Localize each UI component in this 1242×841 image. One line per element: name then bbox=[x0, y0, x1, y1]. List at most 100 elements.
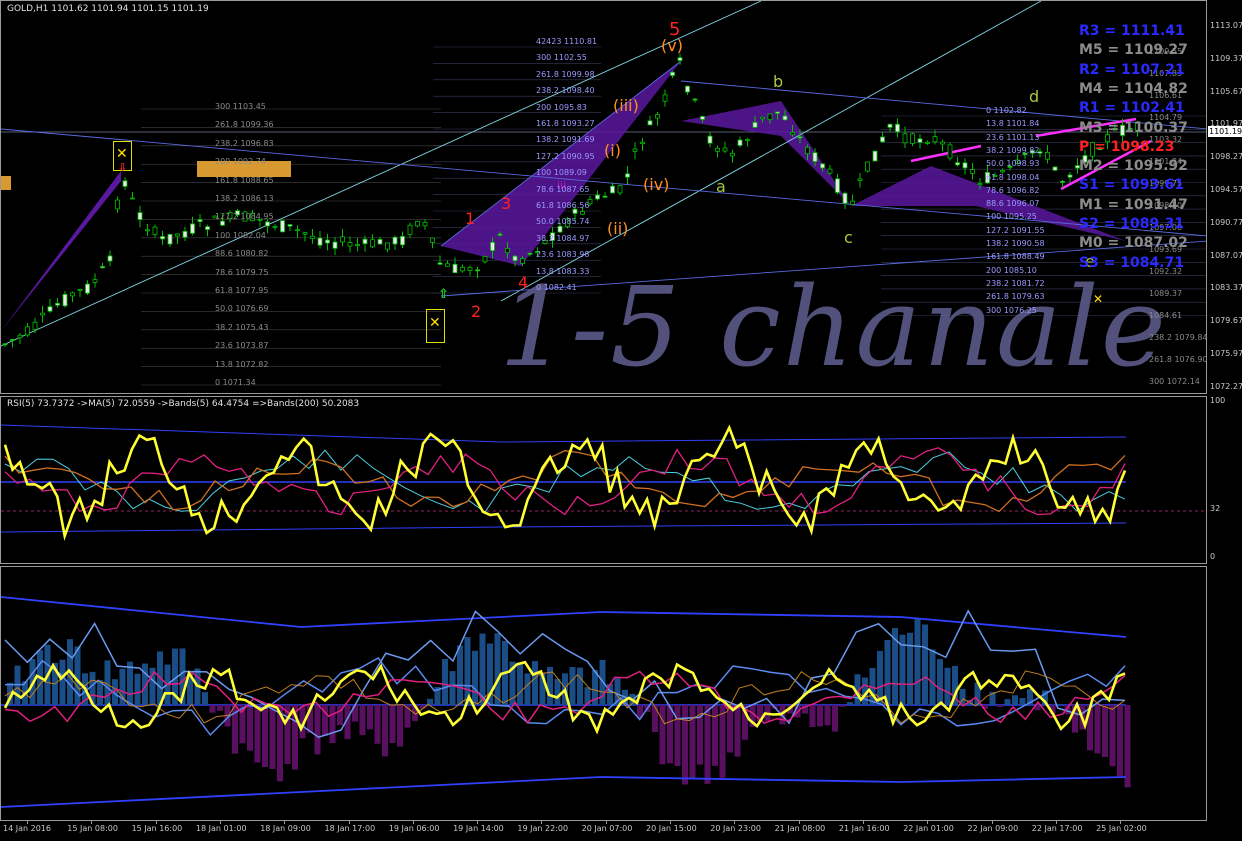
candle-body bbox=[182, 230, 188, 238]
pivot-level-label: M0 = 1087.02 bbox=[1079, 235, 1188, 252]
histogram-bar bbox=[704, 705, 711, 784]
fib-level-label: 1084.61 bbox=[1149, 311, 1183, 320]
candle-body bbox=[460, 266, 465, 272]
time-axis-label: 19 Jan 22:00 bbox=[517, 824, 569, 833]
candle-body bbox=[745, 139, 750, 142]
candle-body bbox=[880, 136, 885, 143]
histogram-bar bbox=[652, 705, 658, 733]
candle-body bbox=[122, 180, 128, 187]
time-axis-label: 20 Jan 15:00 bbox=[646, 824, 697, 833]
candle-body bbox=[400, 236, 405, 246]
fib-level-label: 127.2 1091.55 bbox=[986, 225, 1045, 235]
time-axis-tick bbox=[219, 821, 221, 824]
time-axis-label: 18 Jan 09:00 bbox=[260, 824, 311, 833]
fib-level-label: 50.0 1085.74 bbox=[536, 217, 590, 227]
fib-level-label: 100 1089.09 bbox=[536, 168, 587, 178]
wave-label-ii: (ii) bbox=[607, 219, 629, 238]
price-scale-label: 1087.07 bbox=[1210, 250, 1242, 260]
candle-body bbox=[467, 266, 473, 272]
candle-body bbox=[662, 94, 668, 102]
candle-body bbox=[190, 223, 195, 234]
fib-level-label: 100 1095.25 bbox=[986, 212, 1037, 222]
candle-body bbox=[857, 178, 863, 182]
arrow-down-icon: ⇩ bbox=[118, 161, 128, 174]
fib-level-label: 200 1092.74 bbox=[215, 157, 266, 167]
candle-body bbox=[47, 306, 53, 312]
histogram-bar bbox=[569, 667, 576, 705]
pivot-level-label: M1 = 1091.47 bbox=[1079, 196, 1188, 213]
time-axis-label: 18 Jan 17:00 bbox=[324, 824, 376, 833]
fib-level-label: 78.6 1096.82 bbox=[986, 185, 1040, 195]
fib-level-label: 200 1095.83 bbox=[536, 102, 587, 112]
candle-body bbox=[670, 71, 675, 76]
fib-level-label: 100 1082.04 bbox=[215, 230, 266, 240]
candle-body bbox=[715, 147, 720, 152]
candle-body bbox=[505, 248, 510, 254]
histogram-bar bbox=[674, 705, 681, 766]
histogram-bar bbox=[907, 632, 913, 705]
fib-level-label: 38.2 1084.97 bbox=[536, 233, 590, 243]
candle-body bbox=[2, 343, 8, 346]
wave-label-2: 2 bbox=[471, 302, 482, 321]
histogram-bar bbox=[359, 705, 366, 735]
candle-body bbox=[872, 150, 878, 162]
histogram-bar bbox=[937, 659, 943, 705]
candle-body bbox=[362, 238, 368, 245]
candle-body bbox=[790, 132, 795, 136]
histogram-bar bbox=[367, 705, 373, 730]
histogram-bar bbox=[719, 705, 726, 778]
candle-body bbox=[347, 242, 353, 247]
fib-level-label: 238.2 1098.40 bbox=[536, 86, 595, 96]
wave-label-v: (v) bbox=[661, 36, 683, 55]
rsi-scale-min: 0 bbox=[1210, 552, 1216, 561]
candle-body bbox=[377, 239, 383, 245]
candle-body bbox=[962, 162, 968, 169]
handwritten-watermark: 1-5 chanale bbox=[499, 263, 1168, 391]
fib-level-label: 261.8 1076.90 bbox=[1149, 355, 1207, 364]
fib-level-label: 0 1082.41 bbox=[536, 283, 577, 292]
candle-body bbox=[62, 293, 68, 307]
pivot-level-label: R2 = 1107.21 bbox=[1079, 61, 1185, 78]
fib-level-label: 300 1102.55 bbox=[536, 53, 587, 63]
fib-level-label: 261.8 1099.36 bbox=[215, 120, 274, 130]
price-chart-pane[interactable]: GOLD,H1 1101.62 1101.94 1101.15 1101.19 … bbox=[0, 0, 1207, 394]
histogram-bar bbox=[1102, 705, 1108, 758]
wave-label-iii: (iii) bbox=[613, 96, 639, 115]
candle-body bbox=[32, 321, 38, 330]
price-scale[interactable]: 1113.07 1109.37 1105.67 1101.97 1098.27 1094.… bbox=[1208, 0, 1242, 394]
time-axis-tick bbox=[412, 821, 414, 824]
candle-body bbox=[602, 195, 608, 198]
histogram-bar bbox=[449, 671, 456, 705]
fib-level-label: 13.8 1083.33 bbox=[536, 266, 590, 276]
price-scale-label: 1113.07 bbox=[1210, 21, 1242, 30]
histogram-bar bbox=[944, 667, 951, 705]
wave-label-3: 3 bbox=[501, 194, 512, 213]
harmonic-pattern bbox=[1, 171, 121, 331]
candle-body bbox=[895, 123, 900, 133]
fib-level-label: 200 1085.10 bbox=[986, 265, 1037, 275]
candle-body bbox=[737, 139, 743, 146]
histogram-bar bbox=[922, 624, 928, 705]
rsi-indicator-pane[interactable]: RSI(5) 73.7372 ->MA(5) 72.0559 ->Bands(5… bbox=[0, 396, 1207, 564]
magenta-trend-line bbox=[910, 144, 982, 163]
oscillator-pane[interactable] bbox=[0, 566, 1207, 821]
candle-body bbox=[302, 232, 308, 235]
pivot-level-label: S2 = 1089.31 bbox=[1079, 216, 1185, 232]
histogram-bar bbox=[1057, 704, 1063, 705]
chart-header: GOLD,H1 1101.62 1101.94 1101.15 1101.19 bbox=[7, 4, 209, 14]
rsi-canvas[interactable] bbox=[1, 397, 1207, 564]
candle-body bbox=[677, 57, 683, 61]
wave-label-c: c bbox=[844, 228, 853, 247]
fib-level-label: 0 1071.34 bbox=[215, 378, 256, 387]
pivot-level-label: R1 = 1102.41 bbox=[1079, 100, 1185, 117]
candle-body bbox=[415, 220, 420, 227]
fib-level-label: 261.8 1099.98 bbox=[536, 69, 595, 79]
time-axis-label: 14 Jan 2016 bbox=[3, 824, 51, 833]
candle-body bbox=[722, 147, 728, 152]
current-price-tag: 1101.19 bbox=[1208, 126, 1242, 137]
candle-body bbox=[392, 236, 398, 245]
candle-body bbox=[692, 98, 698, 101]
candle-body bbox=[287, 224, 293, 227]
time-axis-tick bbox=[862, 821, 864, 824]
oscillator-canvas[interactable] bbox=[1, 567, 1207, 821]
